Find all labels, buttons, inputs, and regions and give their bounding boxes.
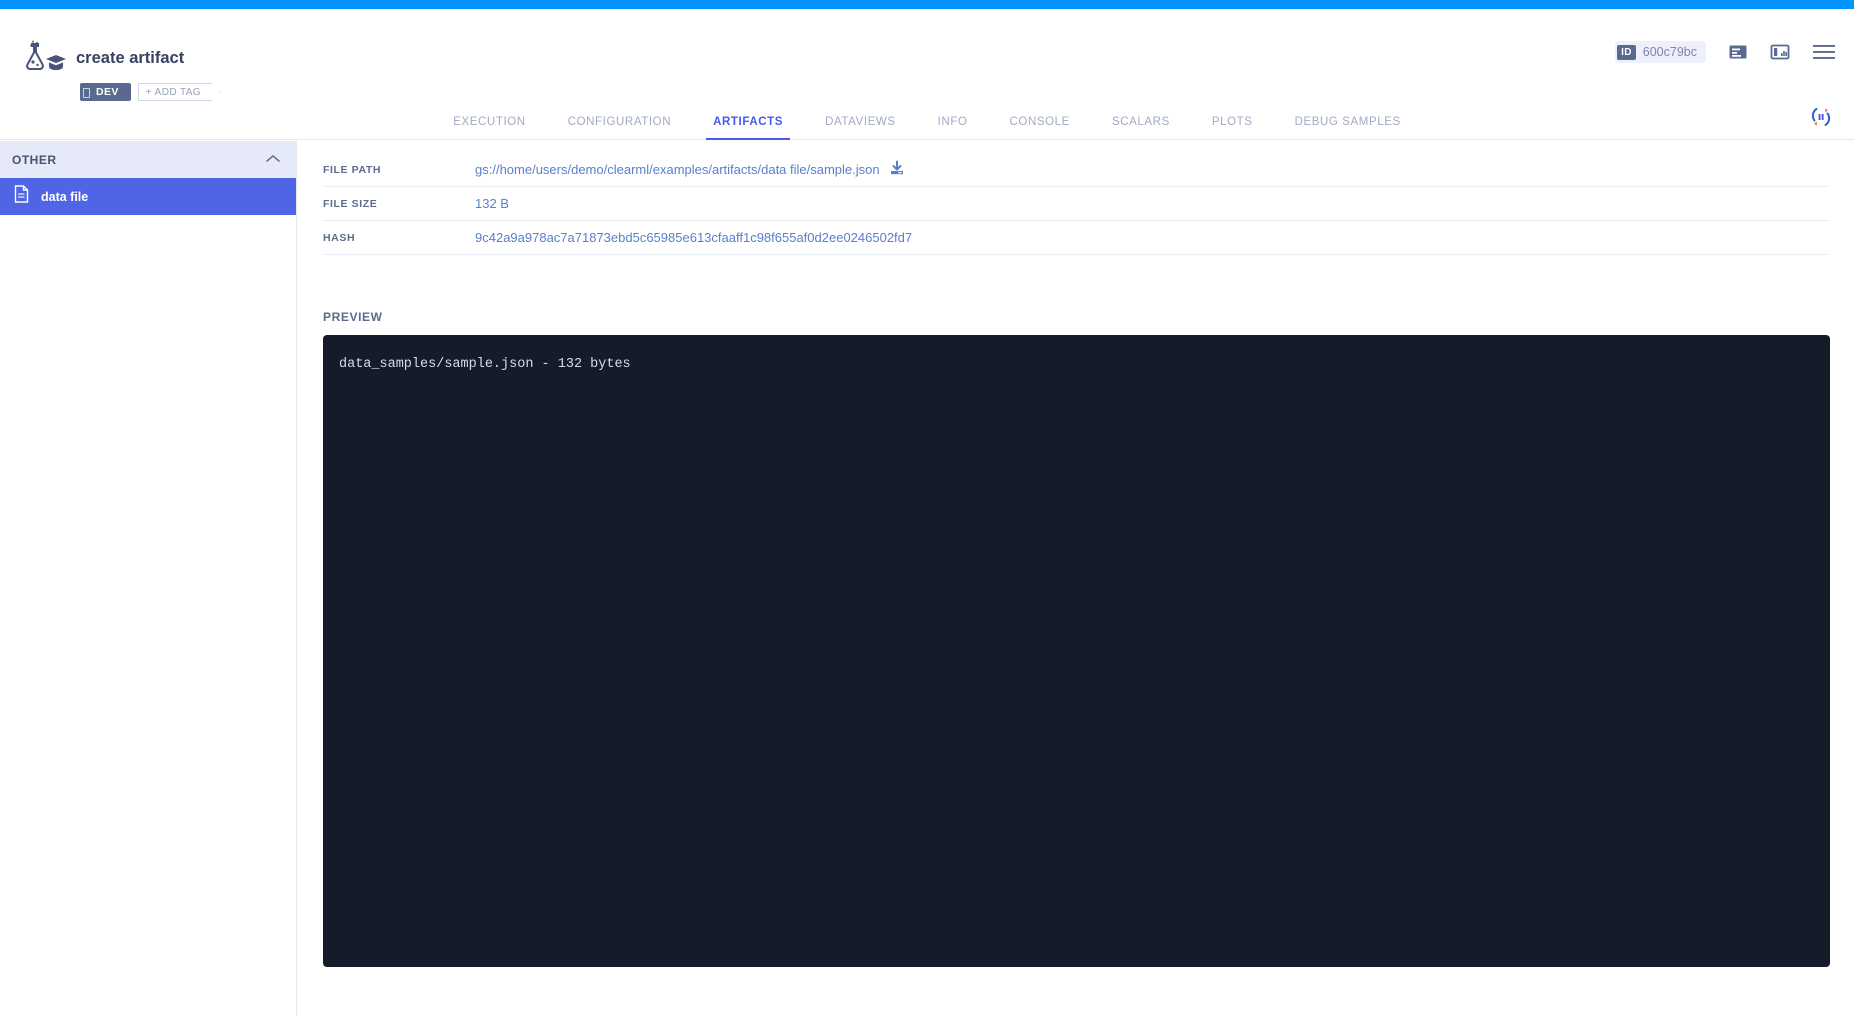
experiment-id-chip[interactable]: ID 600c79bc <box>1615 41 1706 63</box>
artifact-details-panel: FILE PATH gs://home/users/demo/clearml/e… <box>298 141 1854 1016</box>
field-value: 9c42a9a978ac7a71873ebd5c65985e613cfaaff1… <box>475 230 913 245</box>
file-path-link[interactable]: gs://home/users/demo/clearml/examples/ar… <box>475 162 880 177</box>
tab-label: DEBUG SAMPLES <box>1294 116 1401 128</box>
tab-dataviews[interactable]: DATAVIEWS <box>804 116 917 139</box>
tab-label: CONFIGURATION <box>567 116 672 128</box>
artifact-info-table: FILE PATH gs://home/users/demo/clearml/e… <box>323 153 1829 255</box>
flask-graduation-icon <box>20 37 66 77</box>
tab-label: CONSOLE <box>1009 116 1070 128</box>
hamburger-menu-icon[interactable] <box>1812 43 1836 61</box>
tab-label: SCALARS <box>1111 116 1170 128</box>
split-view-chart-icon[interactable] <box>1770 42 1790 62</box>
tab-label: DATAVIEWS <box>825 116 896 128</box>
table-row: HASH 9c42a9a978ac7a71873ebd5c65985e613cf… <box>323 221 1829 255</box>
field-key: FILE SIZE <box>323 197 378 210</box>
sidebar-item-data-file[interactable]: data file <box>0 178 296 215</box>
tab-execution[interactable]: EXECUTION <box>432 116 547 139</box>
sidebar-group-label: OTHER <box>12 152 57 167</box>
tab-plots[interactable]: PLOTS <box>1191 116 1274 139</box>
file-document-icon <box>14 185 29 208</box>
id-badge: ID <box>1617 44 1636 60</box>
tab-label: ARTIFACTS <box>713 116 784 128</box>
table-row: FILE SIZE 132 B <box>323 187 1829 221</box>
sidebar-group-other[interactable]: OTHER <box>0 141 296 178</box>
preview-content: data_samples/sample.json - 132 bytes <box>339 357 631 372</box>
tab-info[interactable]: INFO <box>917 116 989 139</box>
add-tag-button[interactable]: + ADD TAG <box>138 83 220 101</box>
download-icon[interactable] <box>889 160 905 179</box>
chevron-up-icon[interactable] <box>266 151 280 169</box>
page-title: create artifact <box>76 49 185 67</box>
tab-artifacts[interactable]: ARTIFACTS <box>692 116 804 140</box>
experiment-header: create artifact DEV + ADD TAG ID 600c79b… <box>0 9 1854 104</box>
tab-debug-samples[interactable]: DEBUG SAMPLES <box>1274 116 1422 139</box>
table-row: FILE PATH gs://home/users/demo/clearml/e… <box>323 153 1829 187</box>
tag-dev-label: DEV <box>96 86 119 98</box>
field-value: gs://home/users/demo/clearml/examples/ar… <box>475 160 905 179</box>
preview-section-title: PREVIEW <box>323 310 383 324</box>
field-key: FILE PATH <box>323 163 382 176</box>
add-tag-label: + ADD TAG <box>145 86 201 98</box>
artifacts-sidebar: OTHER data file <box>0 141 297 1016</box>
tag-dev[interactable]: DEV <box>80 83 131 101</box>
header-actions: ID 600c79bc <box>1615 41 1836 63</box>
tab-label: EXECUTION <box>453 116 526 128</box>
tab-scalars[interactable]: SCALARS <box>1091 116 1191 139</box>
details-panel-icon[interactable] <box>1728 42 1748 62</box>
tab-label: INFO <box>937 116 968 128</box>
field-value: 132 B <box>475 196 509 211</box>
tags-row: DEV + ADD TAG <box>80 83 220 101</box>
field-key: HASH <box>323 231 356 244</box>
tab-console[interactable]: CONSOLE <box>989 116 1091 139</box>
tab-label: PLOTS <box>1211 116 1253 128</box>
auto-refresh-paused-icon[interactable] <box>1808 104 1834 130</box>
id-value: 600c79bc <box>1642 45 1697 59</box>
preview-code-block: data_samples/sample.json - 132 bytes <box>323 335 1830 967</box>
sidebar-item-label: data file <box>41 189 89 204</box>
tab-bar: EXECUTION CONFIGURATION ARTIFACTS DATAVI… <box>0 104 1854 140</box>
tab-configuration[interactable]: CONFIGURATION <box>547 116 692 139</box>
